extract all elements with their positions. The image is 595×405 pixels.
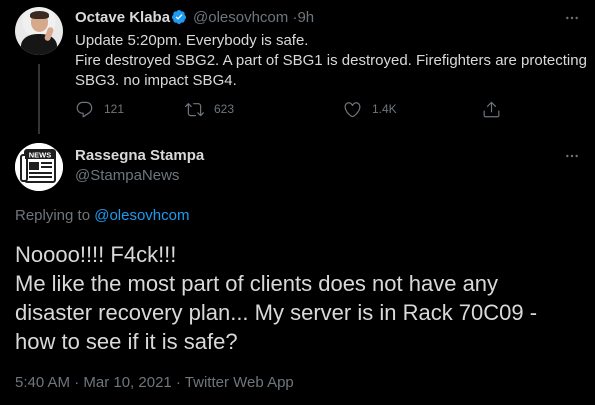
thread-connector-line xyxy=(38,64,40,134)
like-count: 1.4K xyxy=(372,102,397,116)
retweet-count: 623 xyxy=(214,102,235,116)
retweet-button[interactable]: 623 xyxy=(185,97,234,121)
replying-to-line: Replying to @olesovhcom xyxy=(15,207,190,224)
tweet-line: how to see if it is safe? xyxy=(15,329,238,354)
author-display-name[interactable]: Octave Klaba xyxy=(75,9,170,26)
more-icon[interactable] xyxy=(564,10,580,26)
octave-klaba-avatar[interactable] xyxy=(15,7,63,55)
reply-icon xyxy=(76,101,93,117)
tweet-line: Fire destroyed SBG2. A part of SBG1 is d… xyxy=(75,52,587,69)
replying-to-handle-link[interactable]: @olesovhcom xyxy=(94,207,189,224)
tweet-line: SBG3. no impact SBG4. xyxy=(75,72,237,89)
reply-button[interactable]: 121 xyxy=(75,97,124,121)
reply-count: 121 xyxy=(104,102,125,116)
reply-author-display-name[interactable]: Rassegna Stampa xyxy=(75,147,204,164)
verified-icon xyxy=(171,10,186,24)
more-icon[interactable] xyxy=(564,148,580,164)
like-icon xyxy=(344,101,361,117)
share-icon xyxy=(483,101,500,117)
tweet-age[interactable]: 9h xyxy=(297,9,314,26)
parent-tweet-text: Update 5:20pm. Everybody is safe. Fire d… xyxy=(75,31,587,91)
replying-to-label: Replying to xyxy=(15,207,91,224)
reply-tweet-text: Noooo!!!! F4ck!!! Me like the most part … xyxy=(15,240,585,356)
tweet-actions-bar: 121 623 1.4K xyxy=(75,97,505,121)
reply-author-handle[interactable]: @StampaNews xyxy=(75,167,179,184)
retweet-icon xyxy=(185,102,204,116)
tweet-line: disaster recovery plan... My server is i… xyxy=(15,300,538,325)
share-button[interactable] xyxy=(482,97,511,121)
author-handle-and-time[interactable]: @olesovhcom ·9h xyxy=(193,9,314,26)
author-handle[interactable]: @olesovhcom xyxy=(193,9,288,26)
news-avatar-label: NEWS xyxy=(29,151,52,160)
tweet-line: Update 5:20pm. Everybody is safe. xyxy=(75,32,309,49)
tweet-timestamp-and-source[interactable]: 5:40 AM · Mar 10, 2021 · Twitter Web App xyxy=(15,374,294,391)
like-button[interactable]: 1.4K xyxy=(343,97,397,121)
news-avatar-icon[interactable]: NEWS xyxy=(15,143,63,191)
tweet-line: Me like the most part of clients does no… xyxy=(15,271,499,296)
tweet-line: Noooo!!!! F4ck!!! xyxy=(15,242,177,267)
